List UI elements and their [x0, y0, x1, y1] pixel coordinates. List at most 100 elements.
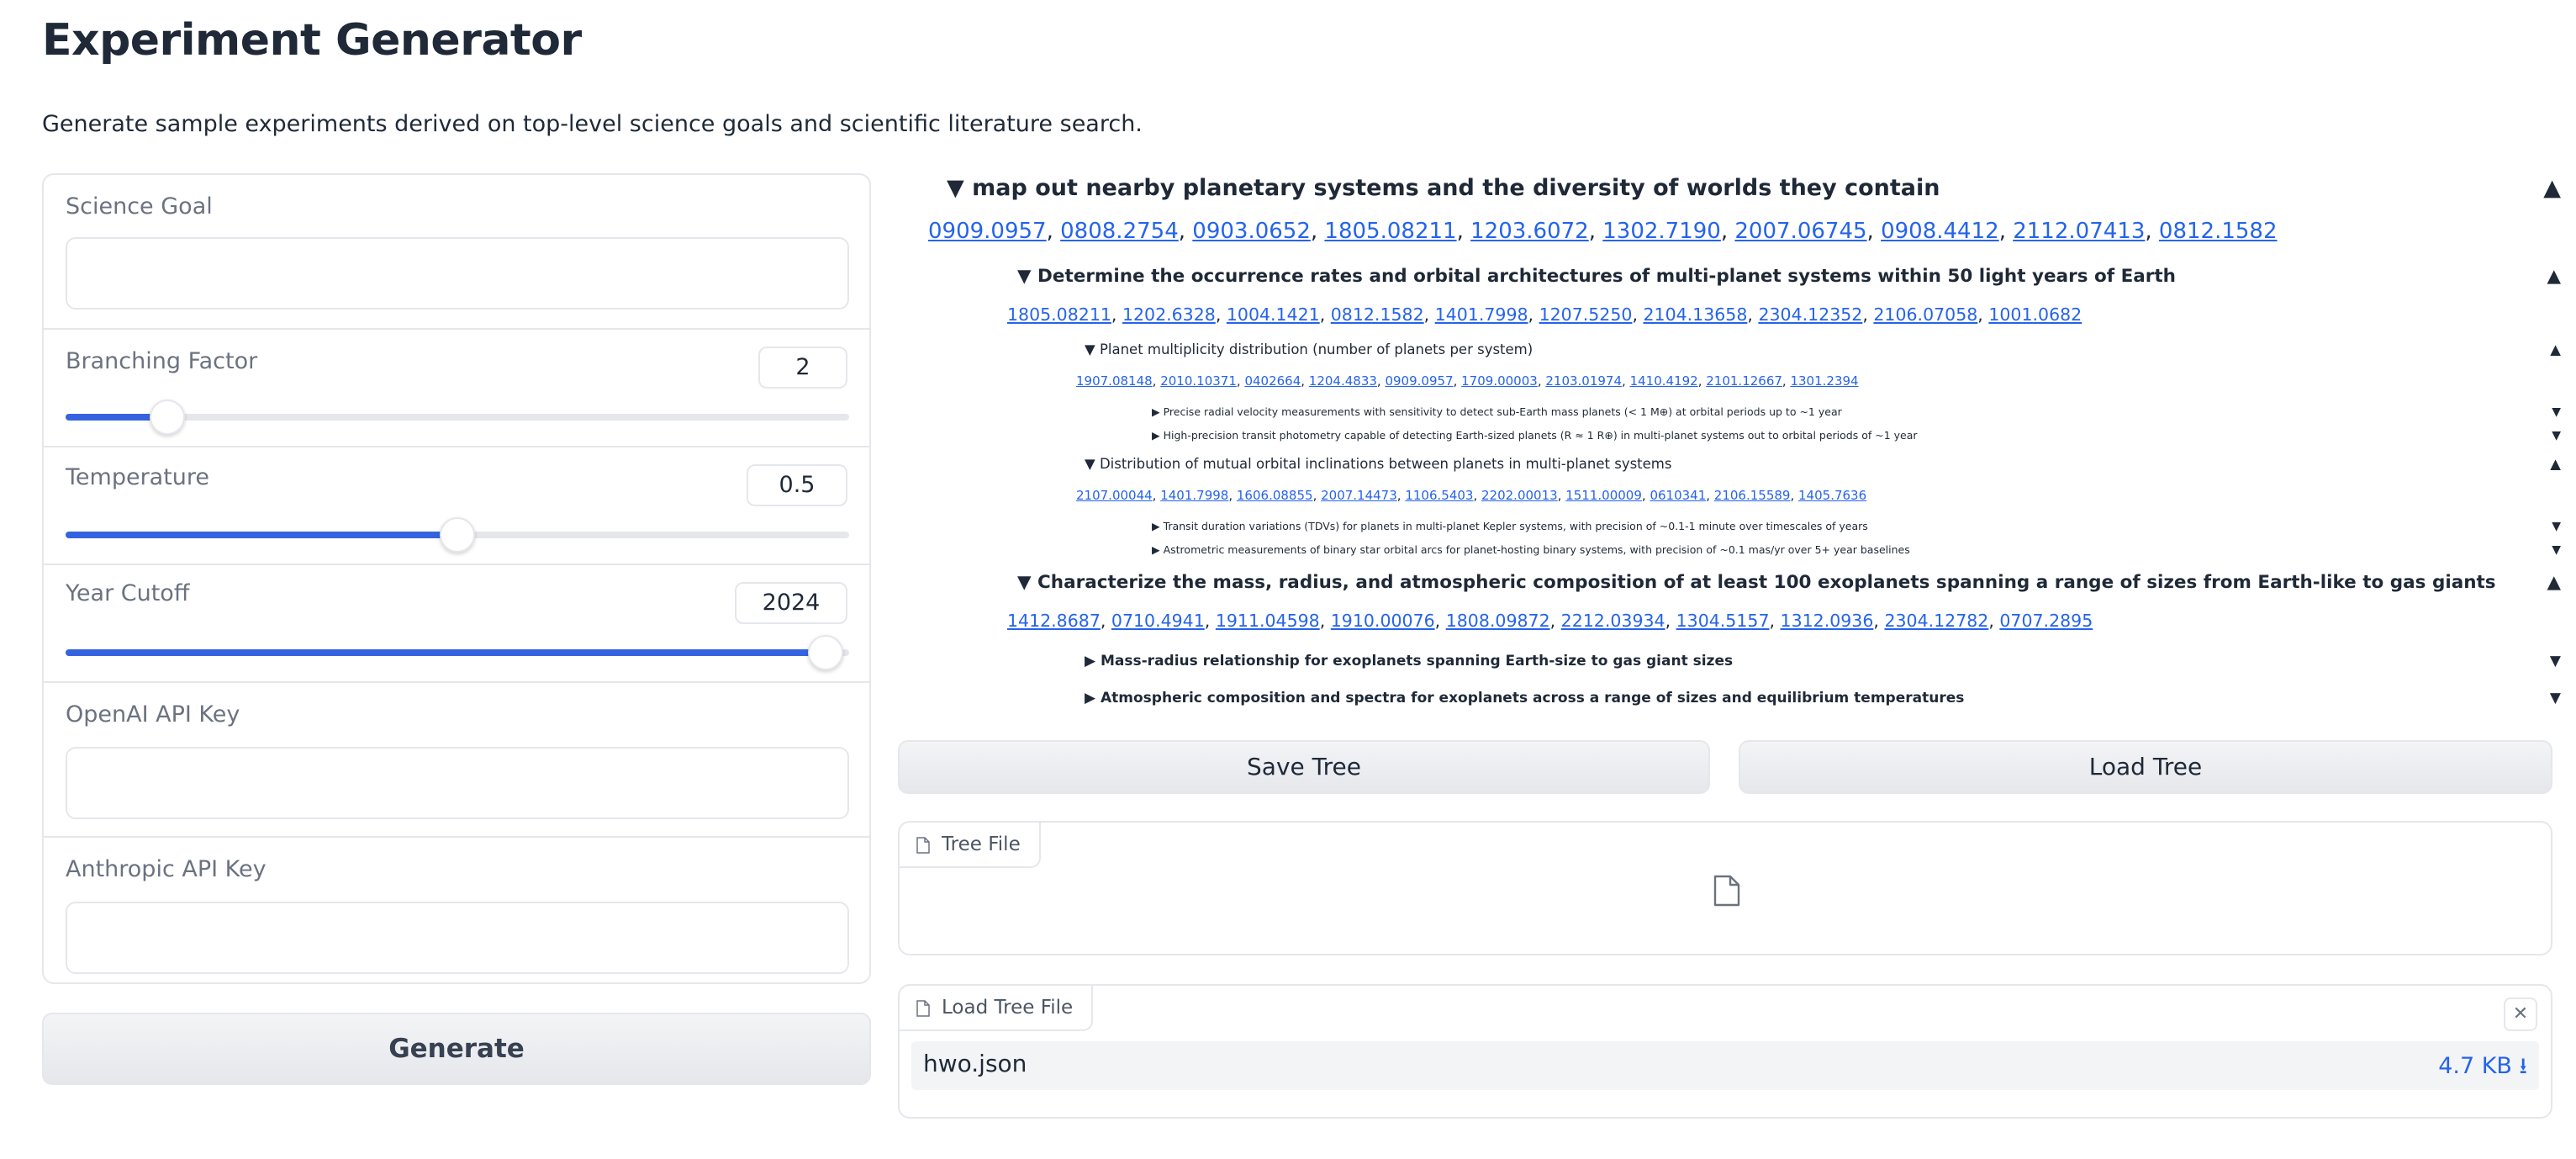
paper-link[interactable]: 2007.06745: [1734, 219, 1866, 244]
paper-link[interactable]: 0908.4412: [1881, 219, 1999, 244]
paper-link[interactable]: 2202.00013: [1481, 488, 1558, 503]
branching-factor-label: Branching Factor: [66, 348, 258, 374]
paper-link[interactable]: 1207.5250: [1539, 304, 1633, 325]
paper-link[interactable]: 1808.09872: [1446, 611, 1550, 631]
year-cutoff-thumb[interactable]: [808, 635, 844, 670]
paper-link[interactable]: 2112.07413: [2013, 219, 2145, 244]
tree-leaf[interactable]: ▶ Transit duration variations (TDVs) for…: [1152, 520, 1868, 532]
paper-link[interactable]: 1511.00009: [1565, 488, 1642, 503]
load-tree-button[interactable]: Load Tree: [1739, 740, 2552, 794]
close-icon[interactable]: ✕: [2504, 998, 2537, 1031]
temperature-input[interactable]: 0.5: [747, 464, 847, 506]
temperature-thumb[interactable]: [440, 517, 475, 553]
tree-leaf-title: Precise radial velocity measurements wit…: [1163, 405, 1842, 418]
paper-link[interactable]: 1401.7998: [1435, 304, 1528, 325]
paper-link[interactable]: 1805.08211: [1324, 219, 1456, 244]
paper-link[interactable]: 1204.4833: [1309, 373, 1377, 389]
paper-link[interactable]: 0402664: [1244, 373, 1301, 389]
collapse-arrow-icon[interactable]: ▲: [2543, 175, 2561, 201]
paper-link[interactable]: 1304.5157: [1676, 611, 1770, 631]
paper-link[interactable]: 1106.5403: [1405, 488, 1473, 503]
tree-leaf[interactable]: ▶ Astrometric measurements of binary sta…: [1152, 543, 1910, 556]
paper-link[interactable]: 0909.0957: [1385, 373, 1453, 389]
anthropic-key-block: Anthropic API Key: [44, 838, 869, 984]
tree-node-goal2[interactable]: ▼ Characterize the mass, radius, and atm…: [1017, 572, 2496, 593]
paper-link[interactable]: 0610341: [1650, 488, 1706, 503]
paper-link[interactable]: 0812.1582: [2159, 219, 2278, 244]
tree-leaf[interactable]: ▶ High-precision transit photometry capa…: [1152, 429, 1918, 442]
expand-arrow-icon[interactable]: ▼: [2550, 653, 2561, 669]
paper-link[interactable]: 1405.7636: [1798, 488, 1866, 503]
paper-link[interactable]: 2106.15589: [1714, 488, 1791, 503]
save-tree-button[interactable]: Save Tree: [898, 740, 1710, 794]
paper-link[interactable]: 2101.12667: [1706, 373, 1782, 389]
paper-link[interactable]: 1709.00003: [1461, 373, 1538, 389]
tree-leaf[interactable]: ▶ Precise radial velocity measurements w…: [1152, 405, 1842, 418]
tree-node-goal2b[interactable]: ▶ Atmospheric composition and spectra fo…: [1085, 690, 1964, 707]
paper-link[interactable]: 1202.6328: [1122, 304, 1216, 325]
paper-link[interactable]: 1606.08855: [1237, 488, 1313, 503]
download-link[interactable]: 4.7 KB ⭳: [2438, 1050, 2527, 1088]
experiment-tree: ▼ map out nearby planetary systems and t…: [906, 165, 2561, 708]
paper-link[interactable]: 2007.14473: [1321, 488, 1397, 503]
expand-arrow-icon[interactable]: ▼: [2552, 405, 2561, 419]
paper-link[interactable]: 2304.12352: [1758, 304, 1862, 325]
paper-link[interactable]: 0909.0957: [928, 219, 1047, 244]
expand-arrow-icon[interactable]: ▼: [2552, 543, 2561, 557]
paper-link[interactable]: 2010.10371: [1160, 373, 1237, 389]
anthropic-key-input[interactable]: [66, 902, 849, 974]
paper-link[interactable]: 1911.04598: [1216, 611, 1320, 631]
paper-link[interactable]: 0707.2895: [1999, 611, 2093, 631]
temperature-slider[interactable]: [66, 517, 849, 553]
anthropic-key-label: Anthropic API Key: [66, 856, 267, 882]
science-goal-input[interactable]: [66, 237, 849, 310]
paper-link[interactable]: 1401.7998: [1160, 488, 1228, 503]
paper-link[interactable]: 2106.07058: [1873, 304, 1977, 325]
paper-link[interactable]: 2212.03934: [1561, 611, 1665, 631]
collapse-arrow-icon[interactable]: ▲: [2550, 456, 2561, 472]
branching-factor-input[interactable]: 2: [758, 347, 847, 389]
collapse-arrow-icon[interactable]: ▲: [2547, 266, 2561, 287]
paper-link[interactable]: 2104.13658: [1643, 304, 1747, 325]
page-subtitle: Generate sample experiments derived on t…: [42, 111, 1143, 137]
paper-link[interactable]: 1203.6072: [1470, 219, 1589, 244]
collapse-arrow-icon[interactable]: ▲: [2547, 572, 2561, 593]
paper-link[interactable]: 1805.08211: [1007, 304, 1111, 325]
paper-link[interactable]: 2304.12782: [1884, 611, 1988, 631]
paper-link[interactable]: 0808.2754: [1060, 219, 1179, 244]
tree-node-goal1a-title: Planet multiplicity distribution (number…: [1099, 341, 1533, 357]
branching-factor-thumb[interactable]: [150, 400, 186, 435]
paper-link[interactable]: 1412.8687: [1007, 611, 1101, 631]
year-cutoff-input[interactable]: 2024: [735, 582, 847, 624]
paper-link[interactable]: 0710.4941: [1111, 611, 1205, 631]
paper-link[interactable]: 1312.0936: [1781, 611, 1874, 631]
tree-node-goal1[interactable]: ▼ Determine the occurrence rates and orb…: [1017, 266, 2176, 287]
expand-arrow-icon[interactable]: ▼: [2552, 520, 2561, 533]
paper-link[interactable]: 1004.1421: [1227, 304, 1320, 325]
paper-link[interactable]: 1907.08148: [1076, 373, 1153, 389]
expand-arrow-icon[interactable]: ▼: [2552, 429, 2561, 442]
year-cutoff-slider[interactable]: [66, 635, 849, 670]
paper-link[interactable]: 1001.0682: [1988, 304, 2082, 325]
tree-node-goal2a[interactable]: ▶ Mass-radius relationship for exoplanet…: [1085, 653, 1733, 669]
collapse-arrow-icon[interactable]: ▲: [2550, 341, 2561, 357]
paper-link[interactable]: 2107.00044: [1076, 488, 1153, 503]
generate-button[interactable]: Generate: [42, 1013, 871, 1085]
openai-key-input[interactable]: [66, 747, 849, 819]
paper-link[interactable]: 2103.01974: [1545, 373, 1622, 389]
expand-arrow-icon[interactable]: ▼: [2550, 690, 2561, 707]
load-tree-file-input[interactable]: Load Tree File ✕ hwo.json 4.7 KB ⭳: [898, 984, 2552, 1119]
tree-node-goal1b[interactable]: ▼ Distribution of mutual orbital inclina…: [1085, 456, 1671, 472]
paper-link[interactable]: 1302.7190: [1602, 219, 1721, 244]
paper-link[interactable]: 1410.4192: [1630, 373, 1698, 389]
tree-node-goal1a[interactable]: ▼ Planet multiplicity distribution (numb…: [1085, 341, 1533, 357]
tree-node-goal2-title: Characterize the mass, radius, and atmos…: [1037, 572, 2496, 593]
paper-link[interactable]: 1301.2394: [1790, 373, 1858, 389]
tree-node-root[interactable]: ▼ map out nearby planetary systems and t…: [947, 175, 1940, 201]
goal1-paper-links: 1805.08211, 1202.6328, 1004.1421, 0812.1…: [1007, 304, 2082, 325]
paper-link[interactable]: 0903.0652: [1192, 219, 1311, 244]
paper-link[interactable]: 0812.1582: [1331, 304, 1424, 325]
file-icon: [916, 836, 930, 854]
branching-factor-slider[interactable]: [66, 400, 849, 435]
paper-link[interactable]: 1910.00076: [1331, 611, 1435, 631]
